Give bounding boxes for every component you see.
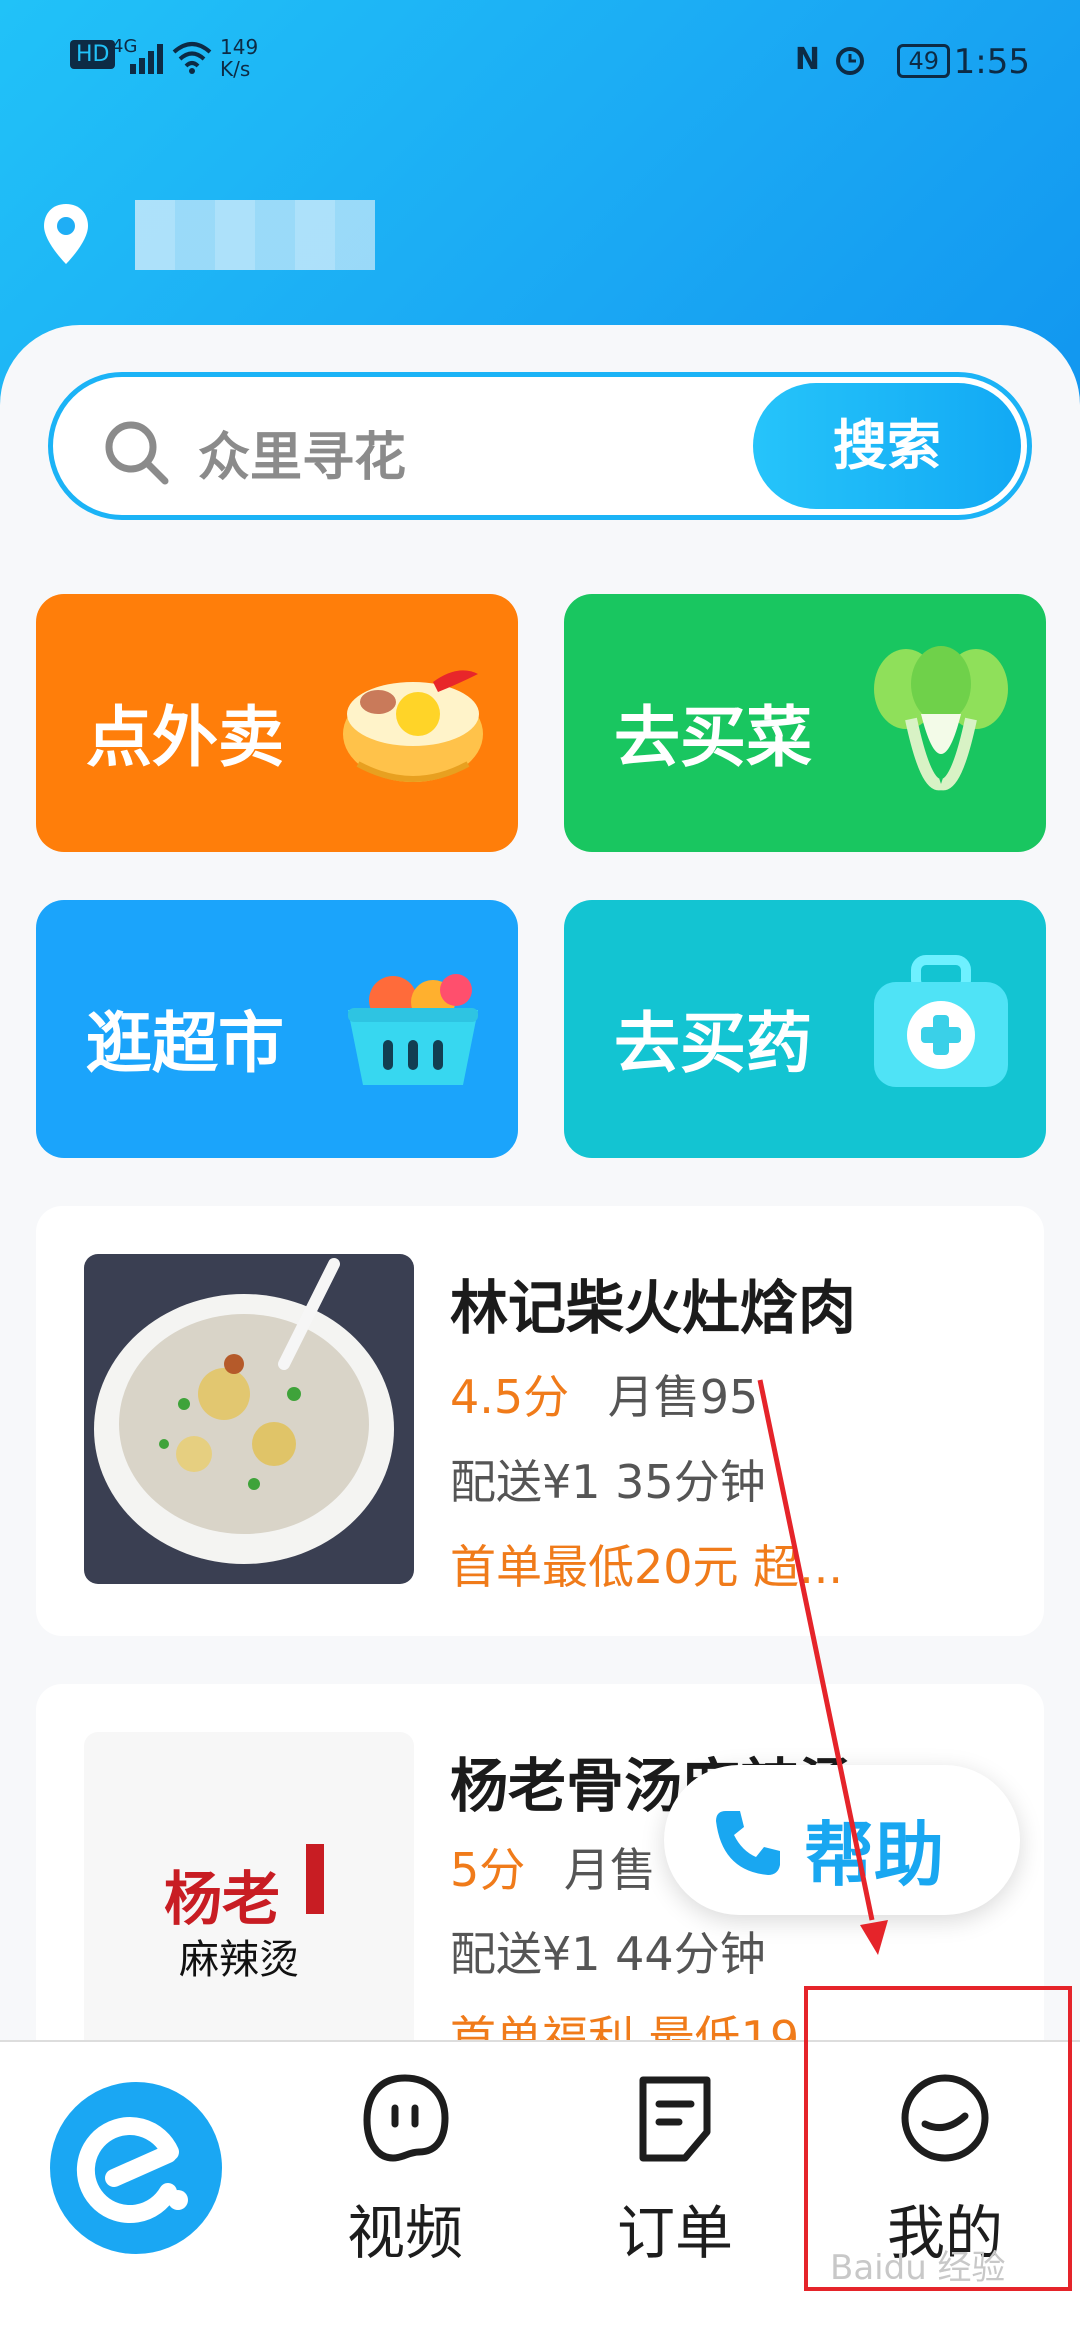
store-promotion: 首单最低20元 超... bbox=[450, 1540, 844, 1594]
tab-label: 订单 bbox=[616, 2199, 733, 2267]
tab-label: 视频 bbox=[346, 2199, 463, 2267]
category-label: 去买菜 bbox=[614, 699, 812, 776]
store-stats: 4.5分 月售95 bbox=[450, 1361, 758, 1427]
nfc-icon: N bbox=[794, 42, 820, 77]
phone-icon bbox=[716, 1811, 780, 1875]
search-input[interactable]: 众里寻花 bbox=[198, 415, 406, 490]
hd-indicator: HD bbox=[70, 40, 116, 69]
category-pharmacy[interactable]: 去买药 bbox=[564, 900, 1046, 1158]
alarm-icon bbox=[836, 47, 864, 75]
signal-icon bbox=[130, 44, 163, 74]
search-icon bbox=[105, 421, 169, 485]
clock: 1:55 bbox=[953, 42, 1030, 82]
store-delivery-info: 配送¥1 44分钟 bbox=[450, 1927, 766, 1981]
network-speed: 149 K/s bbox=[220, 35, 259, 81]
store-card[interactable]: 林记柴火灶焓肉 4.5分 月售95 配送¥1 35分钟 首单最低20元 超... bbox=[36, 1206, 1044, 1636]
video-face-icon bbox=[363, 2074, 449, 2162]
category-supermarket[interactable]: 逛超市 bbox=[36, 900, 518, 1158]
store-rating: 4.5分 bbox=[450, 1370, 570, 1424]
store-rating: 5分 bbox=[450, 1843, 526, 1897]
eleme-logo-icon bbox=[76, 2117, 188, 2223]
order-note-icon bbox=[639, 2076, 711, 2162]
tab-orders[interactable]: 订单 bbox=[575, 2072, 775, 2270]
logo-text-dish: 麻辣烫 bbox=[179, 1937, 299, 1983]
bok-choy-icon bbox=[874, 646, 1008, 791]
logo-seal bbox=[306, 1844, 324, 1914]
location-address-blurred[interactable] bbox=[135, 200, 375, 270]
food-bowl-icon bbox=[343, 670, 483, 782]
store-monthly-sales: 月售 bbox=[563, 1843, 656, 1897]
store-logo: 杨老 麻辣烫 bbox=[84, 1732, 414, 2062]
tab-home[interactable] bbox=[50, 2082, 222, 2254]
category-takeout[interactable]: 点外卖 bbox=[36, 594, 518, 852]
store-monthly-sales: 月售95 bbox=[607, 1370, 759, 1424]
location-pin-icon[interactable] bbox=[38, 200, 94, 270]
battery-indicator: 49 bbox=[897, 44, 950, 78]
wifi-icon bbox=[172, 42, 212, 74]
status-bar: HD 4G 149 K/s N 49 1:55 bbox=[0, 0, 1080, 120]
tab-video[interactable]: 视频 bbox=[305, 2072, 505, 2270]
medical-kit-icon bbox=[874, 955, 1008, 1087]
category-label: 逛超市 bbox=[86, 1005, 284, 1082]
search-bar[interactable]: 众里寻花 搜索 bbox=[48, 372, 1032, 520]
store-delivery-info: 配送¥1 35分钟 bbox=[450, 1455, 766, 1509]
store-stats: 5分 月售 bbox=[450, 1834, 656, 1900]
shopping-basket-icon bbox=[348, 974, 478, 1085]
store-photo bbox=[84, 1254, 414, 1584]
category-label: 去买药 bbox=[614, 1005, 812, 1082]
help-button[interactable]: 帮助 bbox=[664, 1765, 1020, 1915]
help-label: 帮助 bbox=[804, 1814, 944, 1896]
category-groceries[interactable]: 去买菜 bbox=[564, 594, 1046, 852]
category-label: 点外卖 bbox=[86, 699, 284, 776]
logo-text-brand: 杨老 bbox=[164, 1865, 281, 1933]
watermark: Baidu 经验 bbox=[830, 2248, 1006, 2288]
soup-bowl-image bbox=[94, 1258, 394, 1564]
search-button[interactable]: 搜索 bbox=[753, 383, 1021, 509]
store-name: 林记柴火灶焓肉 bbox=[450, 1274, 857, 1342]
